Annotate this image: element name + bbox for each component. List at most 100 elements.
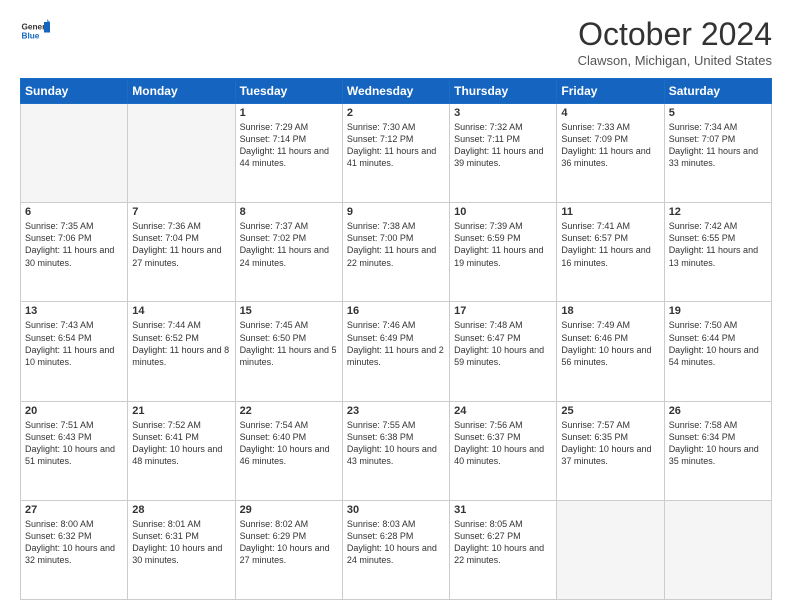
location: Clawson, Michigan, United States — [578, 53, 772, 68]
day-header-saturday: Saturday — [664, 79, 771, 104]
day-number: 7 — [132, 206, 230, 218]
calendar-cell: 14 Sunrise: 7:44 AM Sunset: 6:52 PM Dayli… — [128, 302, 235, 401]
cell-sun-info: Sunrise: 7:38 AM Sunset: 7:00 PM Dayligh… — [347, 220, 445, 269]
day-number: 23 — [347, 405, 445, 417]
cell-sun-info: Sunrise: 7:30 AM Sunset: 7:12 PM Dayligh… — [347, 121, 445, 170]
calendar-cell: 11 Sunrise: 7:41 AM Sunset: 6:57 PM Dayli… — [557, 203, 664, 302]
cell-sun-info: Sunrise: 8:01 AM Sunset: 6:31 PM Dayligh… — [132, 518, 230, 567]
calendar-cell: 8Sunrise: 7:37 AM Sunset: 7:02 PM Daylig… — [235, 203, 342, 302]
day-number: 24 — [454, 405, 552, 417]
calendar-week-4: 20Sunrise: 7:51 AM Sunset: 6:43 PM Dayli… — [21, 401, 772, 500]
cell-sun-info: Sunrise: 8:05 AM Sunset: 6:27 PM Dayligh… — [454, 518, 552, 567]
day-number: 21 — [132, 405, 230, 417]
day-header-monday: Monday — [128, 79, 235, 104]
cell-sun-info: Sunrise: 7:33 AM Sunset: 7:09 PM Dayligh… — [561, 121, 659, 170]
calendar-cell — [128, 104, 235, 203]
month-title: October 2024 — [578, 16, 772, 53]
day-number: 20 — [25, 405, 123, 417]
day-number: 8 — [240, 206, 338, 218]
cell-sun-info: Sunrise: 7:56 AM Sunset: 6:37 PM Dayligh… — [454, 419, 552, 468]
calendar-cell — [557, 500, 664, 599]
day-number: 9 — [347, 206, 445, 218]
day-header-tuesday: Tuesday — [235, 79, 342, 104]
calendar-cell: 16 Sunrise: 7:46 AM Sunset: 6:49 PM Dayli… — [342, 302, 449, 401]
day-header-wednesday: Wednesday — [342, 79, 449, 104]
title-block: October 2024 Clawson, Michigan, United S… — [578, 16, 772, 68]
calendar-cell: 4 Sunrise: 7:33 AM Sunset: 7:09 PM Daylig… — [557, 104, 664, 203]
day-header-sunday: Sunday — [21, 79, 128, 104]
day-number: 30 — [347, 504, 445, 516]
calendar-cell: 24 Sunrise: 7:56 AM Sunset: 6:37 PM Dayli… — [450, 401, 557, 500]
calendar-week-3: 13Sunrise: 7:43 AM Sunset: 6:54 PM Dayli… — [21, 302, 772, 401]
cell-sun-info: Sunrise: 7:46 AM Sunset: 6:49 PM Dayligh… — [347, 319, 445, 368]
day-number: 31 — [454, 504, 552, 516]
calendar-cell: 3Sunrise: 7:32 AM Sunset: 7:11 PM Daylig… — [450, 104, 557, 203]
cell-sun-info: Sunrise: 7:34 AM Sunset: 7:07 PM Dayligh… — [669, 121, 767, 170]
calendar-cell: 31 Sunrise: 8:05 AM Sunset: 6:27 PM Dayli… — [450, 500, 557, 599]
cell-sun-info: Sunrise: 7:50 AM Sunset: 6:44 PM Dayligh… — [669, 319, 767, 368]
day-number: 5 — [669, 107, 767, 119]
calendar-cell: 10 Sunrise: 7:39 AM Sunset: 6:59 PM Dayli… — [450, 203, 557, 302]
calendar-cell: 1 Sunrise: 7:29 AM Sunset: 7:14 PM Daylig… — [235, 104, 342, 203]
cell-sun-info: Sunrise: 8:02 AM Sunset: 6:29 PM Dayligh… — [240, 518, 338, 567]
logo-icon: General Blue — [20, 16, 50, 46]
day-number: 15 — [240, 305, 338, 317]
calendar-cell: 25 Sunrise: 7:57 AM Sunset: 6:35 PM Dayli… — [557, 401, 664, 500]
day-number: 1 — [240, 107, 338, 119]
calendar-cell: 28 Sunrise: 8:01 AM Sunset: 6:31 PM Dayli… — [128, 500, 235, 599]
page: General Blue October 2024 Clawson, Michi… — [0, 0, 792, 612]
cell-sun-info: Sunrise: 7:52 AM Sunset: 6:41 PM Dayligh… — [132, 419, 230, 468]
cell-sun-info: Sunrise: 7:35 AM Sunset: 7:06 PM Dayligh… — [25, 220, 123, 269]
calendar-cell: 22Sunrise: 7:54 AM Sunset: 6:40 PM Dayli… — [235, 401, 342, 500]
day-number: 6 — [25, 206, 123, 218]
day-number: 18 — [561, 305, 659, 317]
calendar-cell: 2 Sunrise: 7:30 AM Sunset: 7:12 PM Daylig… — [342, 104, 449, 203]
calendar-cell: 30Sunrise: 8:03 AM Sunset: 6:28 PM Dayli… — [342, 500, 449, 599]
cell-sun-info: Sunrise: 7:49 AM Sunset: 6:46 PM Dayligh… — [561, 319, 659, 368]
calendar-cell: 9 Sunrise: 7:38 AM Sunset: 7:00 PM Daylig… — [342, 203, 449, 302]
calendar-cell: 27 Sunrise: 8:00 AM Sunset: 6:32 PM Dayli… — [21, 500, 128, 599]
day-number: 27 — [25, 504, 123, 516]
day-number: 12 — [669, 206, 767, 218]
calendar-cell: 19Sunrise: 7:50 AM Sunset: 6:44 PM Dayli… — [664, 302, 771, 401]
day-number: 28 — [132, 504, 230, 516]
calendar-cell: 20Sunrise: 7:51 AM Sunset: 6:43 PM Dayli… — [21, 401, 128, 500]
calendar-cell — [21, 104, 128, 203]
day-number: 16 — [347, 305, 445, 317]
cell-sun-info: Sunrise: 7:32 AM Sunset: 7:11 PM Dayligh… — [454, 121, 552, 170]
calendar-cell: 7 Sunrise: 7:36 AM Sunset: 7:04 PM Daylig… — [128, 203, 235, 302]
calendar-cell: 17Sunrise: 7:48 AM Sunset: 6:47 PM Dayli… — [450, 302, 557, 401]
calendar-cell: 29Sunrise: 8:02 AM Sunset: 6:29 PM Dayli… — [235, 500, 342, 599]
day-number: 14 — [132, 305, 230, 317]
calendar-cell: 5 Sunrise: 7:34 AM Sunset: 7:07 PM Daylig… — [664, 104, 771, 203]
calendar-week-5: 27 Sunrise: 8:00 AM Sunset: 6:32 PM Dayli… — [21, 500, 772, 599]
calendar-cell: 23Sunrise: 7:55 AM Sunset: 6:38 PM Dayli… — [342, 401, 449, 500]
calendar-week-2: 6 Sunrise: 7:35 AM Sunset: 7:06 PM Daylig… — [21, 203, 772, 302]
day-header-friday: Friday — [557, 79, 664, 104]
calendar-cell: 12 Sunrise: 7:42 AM Sunset: 6:55 PM Dayli… — [664, 203, 771, 302]
calendar-cell: 21 Sunrise: 7:52 AM Sunset: 6:41 PM Dayli… — [128, 401, 235, 500]
cell-sun-info: Sunrise: 7:36 AM Sunset: 7:04 PM Dayligh… — [132, 220, 230, 269]
cell-sun-info: Sunrise: 7:39 AM Sunset: 6:59 PM Dayligh… — [454, 220, 552, 269]
cell-sun-info: Sunrise: 7:57 AM Sunset: 6:35 PM Dayligh… — [561, 419, 659, 468]
calendar-cell — [664, 500, 771, 599]
logo: General Blue — [20, 16, 50, 46]
calendar-cell: 18 Sunrise: 7:49 AM Sunset: 6:46 PM Dayli… — [557, 302, 664, 401]
day-number: 10 — [454, 206, 552, 218]
day-number: 25 — [561, 405, 659, 417]
cell-sun-info: Sunrise: 7:44 AM Sunset: 6:52 PM Dayligh… — [132, 319, 230, 368]
calendar-header-row: SundayMondayTuesdayWednesdayThursdayFrid… — [21, 79, 772, 104]
cell-sun-info: Sunrise: 7:29 AM Sunset: 7:14 PM Dayligh… — [240, 121, 338, 170]
calendar-cell: 15 Sunrise: 7:45 AM Sunset: 6:50 PM Dayli… — [235, 302, 342, 401]
day-number: 11 — [561, 206, 659, 218]
cell-sun-info: Sunrise: 7:45 AM Sunset: 6:50 PM Dayligh… — [240, 319, 338, 368]
cell-sun-info: Sunrise: 7:42 AM Sunset: 6:55 PM Dayligh… — [669, 220, 767, 269]
svg-text:Blue: Blue — [22, 32, 40, 41]
day-number: 4 — [561, 107, 659, 119]
day-number: 2 — [347, 107, 445, 119]
calendar-cell: 13Sunrise: 7:43 AM Sunset: 6:54 PM Dayli… — [21, 302, 128, 401]
cell-sun-info: Sunrise: 8:00 AM Sunset: 6:32 PM Dayligh… — [25, 518, 123, 567]
day-header-thursday: Thursday — [450, 79, 557, 104]
day-number: 26 — [669, 405, 767, 417]
cell-sun-info: Sunrise: 7:41 AM Sunset: 6:57 PM Dayligh… — [561, 220, 659, 269]
